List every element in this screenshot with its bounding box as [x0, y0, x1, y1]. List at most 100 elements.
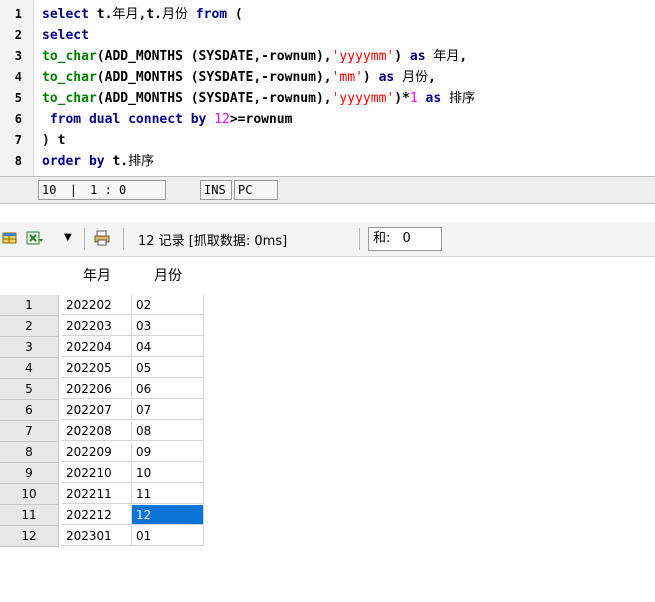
row-number[interactable]: 2: [0, 316, 59, 337]
cell-year-month[interactable]: 202209: [62, 442, 132, 462]
cell-year-month[interactable]: 202207: [62, 400, 132, 420]
sql-editor[interactable]: 1 select t.年月,t.月份 from (2 select 3 to_char(…: [0, 0, 655, 176]
column-header-year-month[interactable]: 年月: [62, 258, 132, 294]
result-grid[interactable]: 年月 月份 1 202202 02 2 202203 03 3 202204 04 4 202205…: [0, 258, 655, 602]
table-row[interactable]: 9 202210 10: [0, 463, 655, 484]
code-token-plain: ): [362, 70, 379, 85]
code-token-fn: to_char: [42, 91, 97, 106]
cell-year-month[interactable]: 202205: [62, 358, 132, 378]
cell-month[interactable]: 07: [132, 400, 204, 420]
row-number[interactable]: 7: [0, 421, 59, 442]
row-number[interactable]: 10: [0, 484, 59, 505]
row-number[interactable]: 8: [0, 442, 59, 463]
line-number: 7: [14, 133, 22, 147]
table-row[interactable]: 7 202208 08: [0, 421, 655, 442]
code-token-plain: )*: [394, 91, 410, 106]
code-line[interactable]: 6 from dual connect by 12>=rownum: [0, 109, 655, 130]
cell-month[interactable]: 05: [132, 358, 204, 378]
code-line[interactable]: 1 select t.年月,t.月份 from (: [0, 4, 655, 25]
code-token-plain: t.: [112, 154, 129, 169]
cell-month[interactable]: 03: [132, 316, 204, 336]
separator: |: [69, 183, 77, 197]
cell-month[interactable]: 09: [132, 442, 204, 462]
export-excel-icon[interactable]: [26, 230, 43, 246]
code-text: to_char(ADD_MONTHS (SYSDATE,-rownum),'yy…: [42, 46, 467, 67]
code-token-fn: to_char: [42, 70, 97, 85]
row-number[interactable]: 12: [0, 526, 59, 547]
code-token-plain: ): [394, 49, 410, 64]
code-token-num: 12: [214, 112, 230, 127]
row-number[interactable]: 4: [0, 358, 59, 379]
cell-year-month[interactable]: 202202: [62, 295, 132, 315]
table-row[interactable]: 3 202204 04: [0, 337, 655, 358]
toolbar-separator: [84, 228, 85, 250]
row-number[interactable]: 1: [0, 295, 59, 316]
code-token-kw: order by: [42, 154, 113, 169]
code-token-kw: from: [187, 7, 228, 22]
cell-year-month[interactable]: 202206: [62, 379, 132, 399]
cell-month[interactable]: 02: [132, 295, 204, 315]
cell-month[interactable]: 10: [132, 463, 204, 483]
code-token-kw: select: [42, 28, 89, 43]
code-token-plain: ) t: [42, 133, 66, 148]
record-count-info: 12 记录 [抓取数据: 0ms]: [138, 234, 288, 249]
cell-year-month[interactable]: 202208: [62, 421, 132, 441]
cell-month[interactable]: 04: [132, 337, 204, 357]
code-token-cn: 月份: [402, 70, 429, 85]
sum-label: 和:: [373, 231, 391, 246]
print-icon[interactable]: [94, 230, 110, 246]
cell-month[interactable]: 01: [132, 526, 204, 546]
code-text: to_char(ADD_MONTHS (SYSDATE,-rownum),'mm…: [42, 67, 436, 88]
cursor-col: 1 : 0: [90, 183, 127, 197]
line-number: 2: [14, 28, 22, 42]
code-token-plain: ,: [428, 70, 436, 85]
code-token-str: 'yyyymm': [331, 49, 395, 64]
toolbar-separator: [123, 228, 124, 250]
code-line[interactable]: 7 ) t: [0, 130, 655, 151]
code-line[interactable]: 4 to_char(ADD_MONTHS (SYSDATE,-rownum),'m…: [0, 67, 655, 88]
table-row[interactable]: 10 202211 11: [0, 484, 655, 505]
dropdown-arrow-icon[interactable]: ▼: [64, 230, 80, 246]
cursor-position: 10 | 1 : 0: [38, 180, 166, 200]
results-toolbar: ▼ 12 记录 [抓取数据: 0ms] 和: 0: [0, 222, 655, 257]
toolbar-separator: [359, 228, 360, 250]
code-token-plain: (ADD_MONTHS (SYSDATE,-rownum),: [96, 49, 332, 64]
table-row[interactable]: 12 202301 01: [0, 526, 655, 547]
code-line[interactable]: 8 order by t.排序: [0, 151, 655, 172]
table-row[interactable]: 6 202207 07: [0, 400, 655, 421]
code-text: select t.年月,t.月份 from (: [42, 4, 243, 25]
grid-layout-icon[interactable]: [2, 230, 18, 246]
cell-month[interactable]: 06: [132, 379, 204, 399]
table-row[interactable]: 11 202212 12: [0, 505, 655, 526]
cell-year-month[interactable]: 202212: [62, 505, 132, 525]
cell-year-month[interactable]: 202203: [62, 316, 132, 336]
code-token-num: 1: [409, 91, 418, 106]
cell-year-month[interactable]: 202204: [62, 337, 132, 357]
code-token-fn: to_char: [42, 49, 97, 64]
line-number: 5: [14, 91, 22, 105]
cell-month[interactable]: 11: [132, 484, 204, 504]
table-row[interactable]: 5 202206 06: [0, 379, 655, 400]
code-line[interactable]: 3 to_char(ADD_MONTHS (SYSDATE,-rownum),'y…: [0, 46, 655, 67]
cell-year-month[interactable]: 202301: [62, 526, 132, 546]
table-row[interactable]: 8 202209 09: [0, 442, 655, 463]
table-row[interactable]: 4 202205 05: [0, 358, 655, 379]
code-line[interactable]: 2 select: [0, 25, 655, 46]
row-number[interactable]: 3: [0, 337, 59, 358]
code-token-cn: 排序: [449, 91, 476, 106]
line-number: 8: [14, 154, 22, 168]
code-text: to_char(ADD_MONTHS (SYSDATE,-rownum),'yy…: [42, 88, 475, 109]
row-number[interactable]: 5: [0, 379, 59, 400]
row-number[interactable]: 6: [0, 400, 59, 421]
code-token-kw: as: [409, 49, 434, 64]
cell-year-month[interactable]: 202211: [62, 484, 132, 504]
row-number[interactable]: 9: [0, 463, 59, 484]
table-row[interactable]: 1 202202 02: [0, 295, 655, 316]
cell-month[interactable]: 08: [132, 421, 204, 441]
column-header-month[interactable]: 月份: [132, 258, 204, 294]
cell-month[interactable]: 12: [132, 505, 204, 525]
cell-year-month[interactable]: 202210: [62, 463, 132, 483]
code-line[interactable]: 5 to_char(ADD_MONTHS (SYSDATE,-rownum),'y…: [0, 88, 655, 109]
row-number[interactable]: 11: [0, 505, 59, 526]
table-row[interactable]: 2 202203 03: [0, 316, 655, 337]
